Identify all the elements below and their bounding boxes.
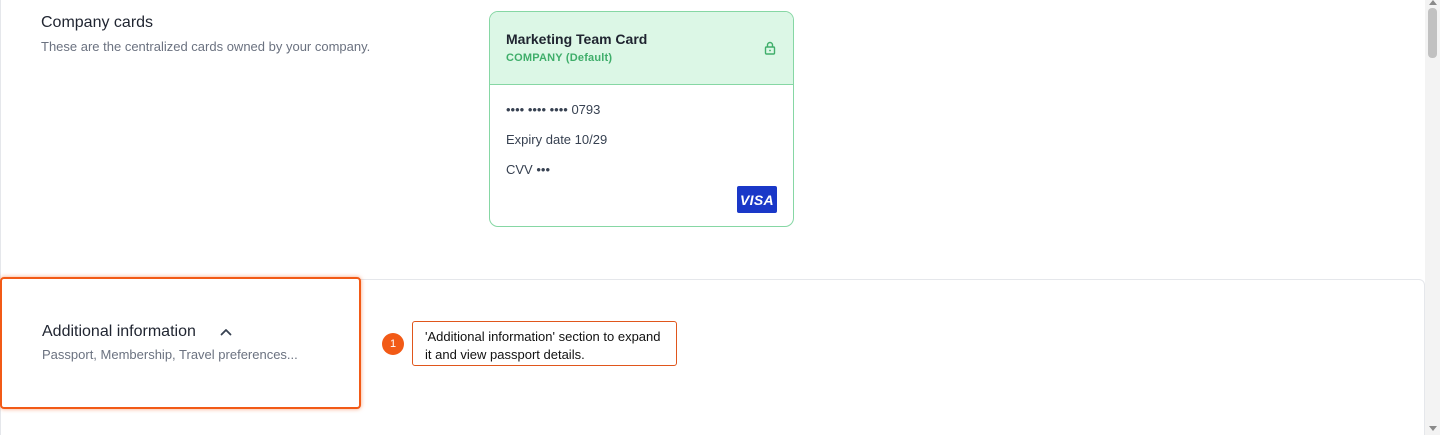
additional-info-title[interactable]: Additional information bbox=[42, 323, 196, 341]
annotation-callout: 'Additional information' section to expa… bbox=[412, 321, 677, 366]
page: Company cards These are the centralized … bbox=[0, 0, 1440, 435]
card-header: Marketing Team Card COMPANY (Default) bbox=[490, 12, 793, 85]
additional-info-subtitle: Passport, Membership, Travel preferences… bbox=[42, 347, 298, 362]
lock-icon bbox=[764, 41, 776, 55]
company-cards-description: These are the centralized cards owned by… bbox=[41, 39, 371, 54]
company-cards-title: Company cards bbox=[41, 14, 154, 31]
scroll-down-arrow-icon[interactable] bbox=[1429, 426, 1437, 431]
card-number: •••• •••• •••• 0793 bbox=[506, 102, 601, 117]
additional-info-toggle[interactable] bbox=[0, 277, 361, 409]
company-card[interactable]: Marketing Team Card COMPANY (Default) ••… bbox=[489, 11, 794, 227]
card-cvv: CVV ••• bbox=[506, 162, 550, 177]
vertical-scrollbar[interactable] bbox=[1425, 0, 1440, 435]
chevron-up-icon[interactable] bbox=[219, 325, 233, 339]
visa-logo-icon: VISA bbox=[737, 186, 777, 213]
scroll-up-arrow-icon[interactable] bbox=[1429, 0, 1437, 5]
card-name: Marketing Team Card bbox=[506, 31, 648, 47]
scrollbar-thumb[interactable] bbox=[1428, 8, 1437, 58]
card-type: COMPANY (Default) bbox=[506, 52, 613, 64]
card-expiry: Expiry date 10/29 bbox=[506, 132, 608, 147]
annotation-badge: 1 bbox=[382, 333, 404, 355]
